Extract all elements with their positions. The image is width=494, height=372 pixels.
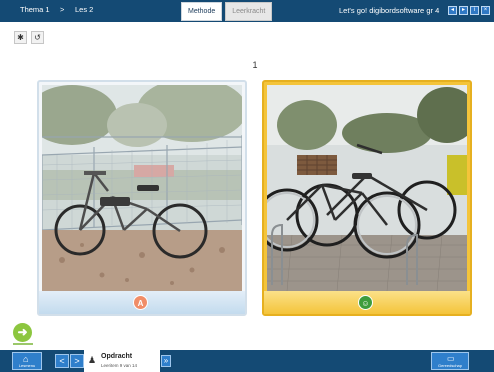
next-page-button[interactable]: > xyxy=(70,354,84,368)
chevron-right-icon: > xyxy=(74,356,80,366)
page-number: 1 xyxy=(252,60,258,70)
bicycle-fence-image xyxy=(42,85,242,291)
tools-button[interactable]: ▭ Gereedschap xyxy=(431,352,469,370)
bicycle-rack-image xyxy=(267,85,467,291)
opdracht-panel: ♟ Opdracht Leeritem 9 van 14 xyxy=(84,350,160,372)
next-icon[interactable]: ▸ xyxy=(459,6,468,15)
breadcrumb-les[interactable]: Les 2 xyxy=(75,5,93,14)
app-title: Let's go! digibordsoftware gr 4 xyxy=(339,6,440,15)
top-bar: Thema 1 > Les 2 Methode Leerkracht Let's… xyxy=(0,0,494,22)
people-icon: ♟ xyxy=(88,355,97,365)
breadcrumb-thema[interactable]: Thema 1 xyxy=(20,5,50,14)
prev-page-button[interactable]: < xyxy=(55,354,69,368)
tools-label: Gereedschap xyxy=(437,363,462,368)
card-footer-b: ☺ xyxy=(264,291,470,314)
opdracht-progress: Leeritem 9 van 14 xyxy=(101,363,138,368)
next-step-button[interactable]: ➜ xyxy=(13,323,32,342)
reset-icon[interactable]: ↺ xyxy=(31,31,44,44)
home-button[interactable]: ⌂ Lesmenu xyxy=(12,352,42,370)
photo-bicycles-in-rack xyxy=(267,85,467,291)
info-icon[interactable]: i xyxy=(470,6,479,15)
breadcrumb-separator-icon: > xyxy=(60,5,65,14)
gear-icon[interactable]: ✱ xyxy=(14,31,27,44)
next-step-underline xyxy=(13,343,33,345)
smiley-icon[interactable]: ☺ xyxy=(358,295,373,310)
expand-button[interactable]: » xyxy=(161,355,171,367)
answer-badge-a[interactable]: A xyxy=(133,295,148,310)
opdracht-title: Opdracht xyxy=(101,353,133,360)
tool-row: ✱ ↺ xyxy=(14,31,48,44)
tab-leerkracht[interactable]: Leerkracht xyxy=(225,2,273,21)
home-label: Lesmenu xyxy=(18,363,36,368)
answer-card-b-selected[interactable]: ☺ xyxy=(262,80,472,316)
close-icon[interactable]: × xyxy=(481,6,490,15)
chevron-left-icon: < xyxy=(59,356,65,366)
tab-methode[interactable]: Methode xyxy=(181,2,223,21)
card-footer-a: A xyxy=(39,291,245,314)
answer-card-a[interactable]: A xyxy=(37,80,247,316)
view-tabs: Methode Leerkracht xyxy=(181,2,273,21)
photo-bicycle-at-fence xyxy=(42,85,242,291)
double-chevron-right-icon: » xyxy=(163,356,169,365)
prev-icon[interactable]: ◂ xyxy=(448,6,457,15)
toolbox-icon: ▭ xyxy=(447,354,455,363)
